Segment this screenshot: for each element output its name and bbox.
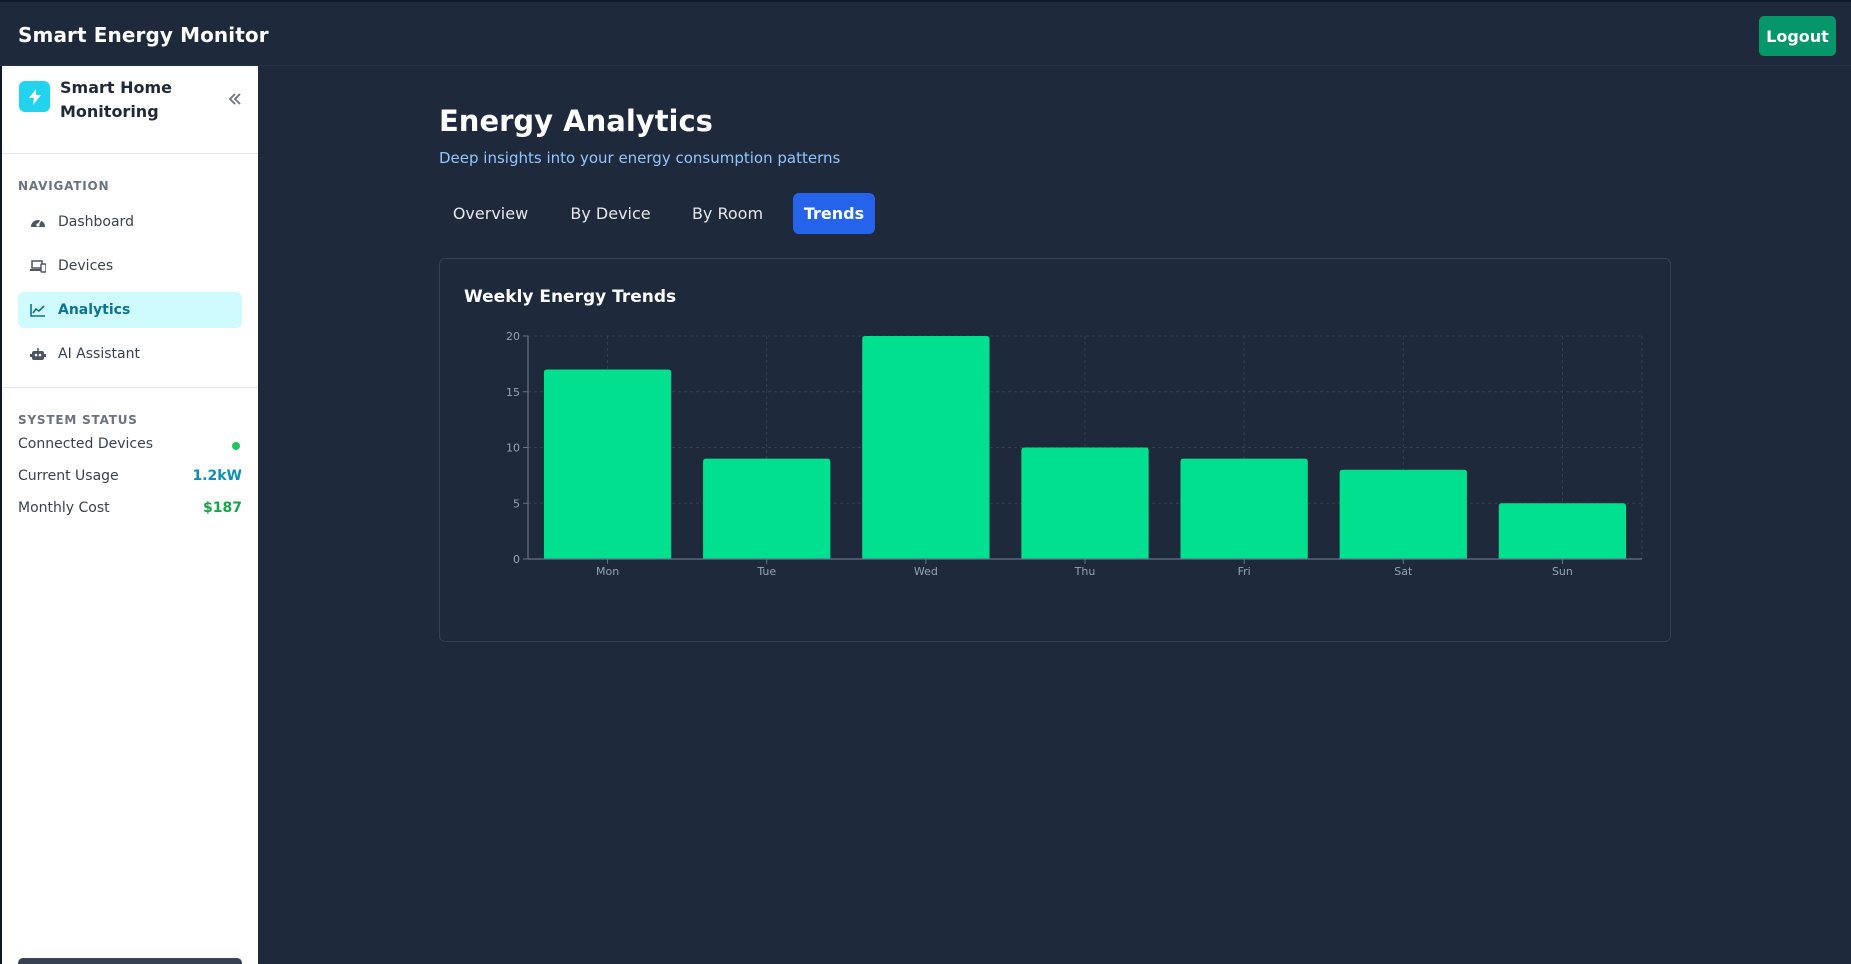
x-tick-label: Tue	[756, 565, 776, 578]
sidebar-brand-title: Smart Home Monitoring	[60, 78, 173, 121]
tab-by-room[interactable]: By Room	[680, 193, 775, 234]
status-current-usage: Current Usage 1.2kW	[18, 468, 242, 488]
sidebar-footer-button[interactable]	[18, 958, 242, 964]
x-tick-label: Sun	[1552, 565, 1573, 578]
sidebar-item-dashboard[interactable]: Dashboard	[18, 204, 242, 240]
x-tick-label: Mon	[596, 565, 619, 578]
bar-wed	[862, 336, 990, 559]
sidebar-item-label: Analytics	[58, 302, 131, 318]
status-monthly-cost: Monthly Cost $187	[18, 500, 242, 520]
sidebar: Smart Home Monitoring NAVIGATION Dashboa…	[0, 66, 258, 964]
bar-tue	[703, 458, 831, 559]
sidebar-item-ai-assistant[interactable]: AI Assistant	[18, 336, 242, 372]
sidebar-brand: Smart Home Monitoring	[2, 66, 258, 154]
tab-overview[interactable]: Overview	[439, 193, 542, 234]
page-title: Energy Analytics	[439, 104, 713, 138]
sidebar-item-analytics[interactable]: Analytics	[18, 292, 242, 328]
status-section-label: SYSTEM STATUS	[18, 413, 138, 427]
nav-section-label: NAVIGATION	[18, 179, 110, 193]
sidebar-item-label: AI Assistant	[58, 346, 140, 362]
chart-line-icon	[30, 304, 45, 317]
y-tick-label: 10	[506, 442, 520, 455]
logout-button[interactable]: Logout	[1759, 16, 1836, 56]
app-root: Smart Energy Monitor Logout Smart Home M…	[0, 0, 1851, 964]
x-tick-label: Sat	[1394, 565, 1413, 578]
status-value: $187	[203, 500, 242, 516]
bar-sat	[1339, 469, 1467, 559]
bar-sun	[1498, 503, 1627, 559]
y-tick-label: 15	[506, 386, 520, 399]
status-label: Current Usage	[18, 468, 119, 484]
sidebar-item-devices[interactable]: Devices	[18, 248, 242, 284]
tab-by-device[interactable]: By Device	[559, 193, 662, 234]
y-tick-label: 0	[513, 553, 520, 566]
chevrons-left-icon[interactable]	[228, 90, 242, 109]
y-tick-label: 20	[506, 330, 520, 343]
online-indicator	[232, 442, 240, 450]
chart-card: Weekly Energy Trends 0 5 10 15 20 Mon Tue Wed Th…	[439, 258, 1671, 642]
status-value: 1.2kW	[192, 468, 242, 484]
sidebar-divider	[2, 387, 258, 388]
tab-trends[interactable]: Trends	[793, 193, 875, 234]
lightning-bolt-icon	[19, 81, 50, 112]
sidebar-item-label: Dashboard	[58, 214, 134, 230]
top-bar: Smart Energy Monitor Logout	[0, 0, 1851, 66]
gauge-icon	[31, 219, 45, 227]
weekly-energy-chart: 0 5 10 15 20 Mon Tue Wed Thu Fri Sat Sun	[506, 330, 1643, 578]
status-label: Connected Devices	[18, 436, 154, 452]
robot-icon	[30, 348, 46, 360]
x-tick-label: Wed	[914, 565, 938, 578]
bar-fri	[1180, 458, 1308, 559]
bar-thu	[1021, 447, 1149, 559]
status-label: Monthly Cost	[18, 500, 110, 516]
page-subtitle: Deep insights into your energy consumpti…	[439, 149, 841, 167]
bar-mon	[543, 369, 672, 559]
y-tick-label: 5	[513, 497, 520, 510]
x-tick-label: Thu	[1074, 565, 1096, 578]
status-connected-devices: Connected Devices	[18, 436, 242, 456]
x-tick-label: Fri	[1238, 565, 1251, 578]
app-title: Smart Energy Monitor	[18, 23, 269, 47]
sidebar-item-label: Devices	[58, 258, 114, 274]
devices-icon	[30, 260, 46, 273]
